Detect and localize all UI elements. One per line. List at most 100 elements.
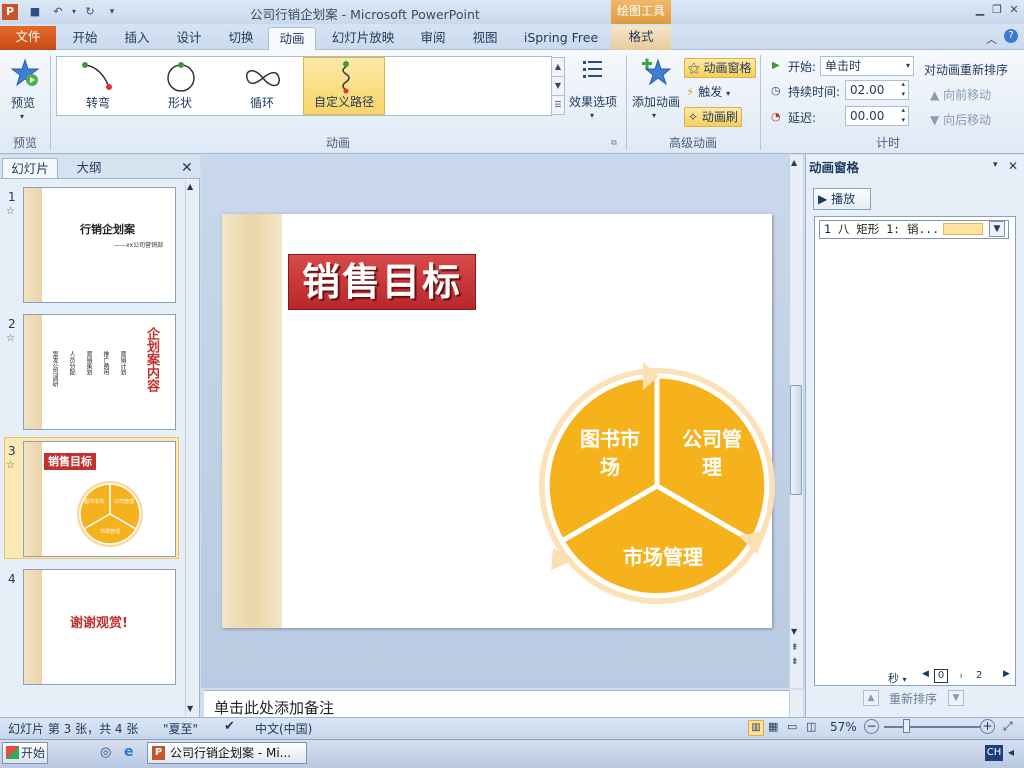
segment-label-3[interactable]: 市场管理 xyxy=(610,541,716,570)
slide-number: 2 xyxy=(8,317,16,331)
animation-custom-path[interactable]: 自定义路径 xyxy=(303,57,385,115)
scroll-up-icon[interactable]: ▲ xyxy=(791,158,797,167)
next-slide-icon[interactable]: ⇟ xyxy=(791,657,799,667)
scroll-thumb[interactable] xyxy=(790,385,802,495)
dialog-launcher-icon[interactable]: ⧉ xyxy=(611,138,617,148)
collapse-ribbon-icon[interactable]: ︿ xyxy=(986,31,997,47)
fit-to-window-icon[interactable]: ⤢ xyxy=(1003,719,1013,734)
tray-icon[interactable]: ◂ xyxy=(1008,745,1014,759)
tab-slides[interactable]: 幻灯片 xyxy=(2,158,58,178)
animation-loops[interactable]: 循环 xyxy=(221,57,303,115)
tab-home[interactable]: 开始 xyxy=(62,27,108,50)
seconds-button[interactable]: 秒 ▾ xyxy=(888,670,907,686)
delay-label: 延迟: xyxy=(788,111,817,125)
tab-slideshow[interactable]: 幻灯片放映 xyxy=(322,27,404,50)
segment-label-2[interactable]: 公司管理 xyxy=(672,425,752,481)
add-animation-icon[interactable] xyxy=(640,56,672,90)
add-animation-dropdown-icon[interactable]: ▾ xyxy=(652,111,656,120)
effect-options-button[interactable]: 效果选项 xyxy=(569,93,617,110)
tab-design[interactable]: 设计 xyxy=(166,27,212,50)
minimize-icon[interactable]: ▁ xyxy=(972,3,988,17)
slide-title-box[interactable]: 销售目标 xyxy=(288,254,476,310)
animation-shapes[interactable]: 形状 xyxy=(139,57,221,115)
timeline-right-icon[interactable]: ▶ xyxy=(1003,669,1010,679)
tab-file[interactable]: 文件 xyxy=(0,26,56,50)
zoom-slider-track[interactable] xyxy=(884,726,980,728)
tab-outline[interactable]: 大纲 xyxy=(62,158,116,178)
preview-dropdown-icon[interactable]: ▾ xyxy=(20,112,24,121)
segment-label-1[interactable]: 图书市场 xyxy=(570,425,650,481)
spellcheck-icon[interactable]: ✔ xyxy=(224,719,235,734)
preview-button[interactable]: 预览 xyxy=(11,94,35,111)
language-indicator[interactable]: 中文(中国) xyxy=(255,720,312,737)
preview-icon[interactable] xyxy=(10,58,40,88)
tab-format[interactable]: 格式 xyxy=(611,26,671,50)
zoom-slider-thumb[interactable] xyxy=(903,719,910,733)
tab-transitions[interactable]: 切换 xyxy=(218,27,264,50)
animation-painter-button[interactable]: ✧ 动画刷 xyxy=(684,107,742,127)
duration-input[interactable]: 02.00 ▴ ▾ xyxy=(845,80,909,100)
help-icon[interactable]: ? xyxy=(1004,29,1018,43)
slide-thumbnail-2[interactable]: 企划案内容 案发公司调研 人员分配 营销策划 推广费用 营销计划 xyxy=(23,314,176,430)
thumb-subtitle: ——xx公司营销部 xyxy=(114,242,164,249)
scroll-down-icon[interactable]: ▼ xyxy=(187,704,193,713)
gallery-scroll-up[interactable]: ▲ xyxy=(551,57,565,77)
notes-scrollbar[interactable] xyxy=(789,690,803,717)
slide-sorter-icon[interactable]: ▦ xyxy=(768,720,778,733)
delay-spinner-icon[interactable]: ▴ ▾ xyxy=(901,105,905,125)
animation-turns[interactable]: 转弯 xyxy=(57,57,139,115)
animation-pane-button[interactable]: ⚝ 动画窗格 xyxy=(684,58,756,78)
duration-spinner-icon[interactable]: ▴ ▾ xyxy=(901,79,905,99)
tab-insert[interactable]: 插入 xyxy=(114,27,160,50)
close-animation-pane-icon[interactable]: ✕ xyxy=(1008,159,1018,173)
theme-name[interactable]: "夏至" xyxy=(163,720,198,737)
gallery-scroll-down[interactable]: ▼ xyxy=(551,76,565,96)
reading-view-icon[interactable]: ▭ xyxy=(787,720,797,733)
tab-ispring[interactable]: iSpring Free xyxy=(515,27,607,50)
ime-indicator[interactable]: CH xyxy=(985,745,1003,761)
advanced-animation-group-label: 高级动画 xyxy=(668,136,717,150)
add-animation-button[interactable]: 添加动画 xyxy=(632,93,680,110)
previous-slide-icon[interactable]: ⇞ xyxy=(791,643,799,653)
effect-options-dropdown-icon[interactable]: ▾ xyxy=(590,111,594,120)
restore-icon[interactable]: ❐ xyxy=(989,3,1005,17)
slide-thumbnail-4[interactable]: 谢谢观赏! xyxy=(23,569,176,685)
trigger-button[interactable]: ⚡ 触发 ▾ xyxy=(686,83,730,103)
timeline-tick: ı xyxy=(960,671,963,680)
delay-input[interactable]: 00.00 ▴ ▾ xyxy=(845,106,909,126)
zoom-level[interactable]: 57% xyxy=(830,720,857,734)
tab-animations[interactable]: 动画 xyxy=(268,27,316,50)
play-button[interactable]: ▶ 播放 xyxy=(813,188,871,210)
start-select[interactable]: 单击时 ▾ xyxy=(820,56,914,76)
seconds-dropdown-icon: ▾ xyxy=(902,675,907,684)
scroll-down-icon[interactable]: ▼ xyxy=(791,627,797,636)
item-dropdown-icon[interactable]: ▼ xyxy=(989,221,1005,237)
task-label: 公司行销企划案 - Mi... xyxy=(170,746,292,760)
slideshow-view-icon[interactable]: ◫ xyxy=(806,720,816,733)
pane-options-icon[interactable]: ▾ xyxy=(993,160,998,170)
quicklaunch-icon[interactable]: ◎ xyxy=(100,745,111,760)
move-earlier-button[interactable]: ▲ 向前移动 xyxy=(930,86,991,103)
zoom-out-icon[interactable]: − xyxy=(864,719,879,734)
scroll-up-icon[interactable]: ▲ xyxy=(187,182,193,191)
close-icon[interactable]: ✕ xyxy=(1006,3,1022,17)
reorder-up-icon[interactable]: ▲ xyxy=(863,690,879,706)
gallery-more[interactable]: ☰ xyxy=(551,95,565,115)
notes-pane[interactable]: 单击此处添加备注 xyxy=(204,690,790,718)
slide-thumbnail-1[interactable]: 行销企划案 ——xx公司营销部 xyxy=(23,187,176,303)
taskbar-powerpoint[interactable]: P 公司行销企划案 - Mi... xyxy=(147,742,307,764)
tab-review[interactable]: 审阅 xyxy=(410,27,456,50)
slides-scrollbar[interactable] xyxy=(185,180,199,716)
zoom-in-icon[interactable]: + xyxy=(980,719,995,734)
close-pane-icon[interactable]: ✕ xyxy=(181,160,193,176)
start-button[interactable]: 开始 xyxy=(2,742,48,764)
reorder-down-icon[interactable]: ▼ xyxy=(948,690,964,706)
effect-options-icon[interactable] xyxy=(581,58,605,86)
slide-thumbnail-3[interactable]: 销售目标 图书市场 公司管理 市场管理 xyxy=(23,441,176,557)
animation-item-text: 1 八 矩形 1: 销... xyxy=(824,222,940,236)
ie-icon[interactable]: e xyxy=(124,744,134,760)
normal-view-icon[interactable]: ▥ xyxy=(748,720,764,736)
tab-view[interactable]: 视图 xyxy=(462,27,508,50)
move-later-button[interactable]: ▼ 向后移动 xyxy=(930,111,991,128)
timeline-left-icon[interactable]: ◀ xyxy=(922,669,929,679)
